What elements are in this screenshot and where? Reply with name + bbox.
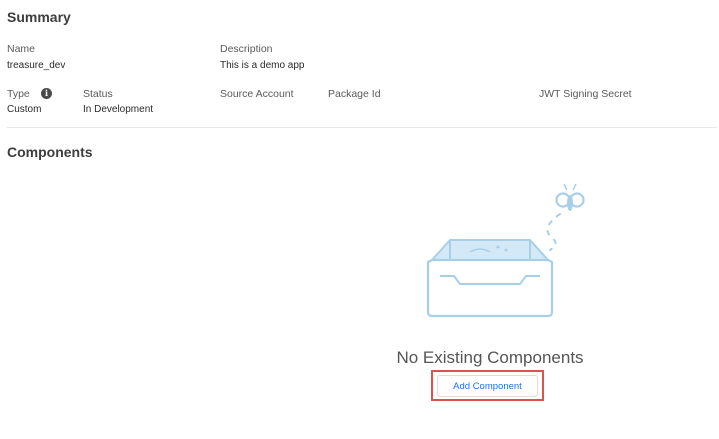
info-icon[interactable]: i xyxy=(41,88,52,99)
status-value: In Development xyxy=(83,104,154,115)
name-label: Name xyxy=(7,43,36,55)
source-account-label: Source Account xyxy=(220,88,294,100)
empty-state-message: No Existing Components xyxy=(396,348,584,367)
name-value: treasure_dev xyxy=(7,60,66,71)
description-label: Description xyxy=(220,43,273,55)
bug-icon xyxy=(555,183,585,211)
status-label: Status xyxy=(83,88,113,100)
jwt-signing-secret-label: JWT Signing Secret xyxy=(539,88,632,100)
components-title: Components xyxy=(7,144,93,160)
description-value: This is a demo app xyxy=(220,60,305,71)
tray-icon xyxy=(426,239,554,318)
empty-tray-with-bug-icon xyxy=(426,183,585,318)
section-divider xyxy=(7,127,717,128)
type-label: Type xyxy=(7,88,30,100)
summary-title: Summary xyxy=(7,9,71,25)
type-value: Custom xyxy=(7,104,42,115)
add-component-button[interactable]: Add Component xyxy=(437,375,538,397)
package-id-label: Package Id xyxy=(328,88,381,100)
